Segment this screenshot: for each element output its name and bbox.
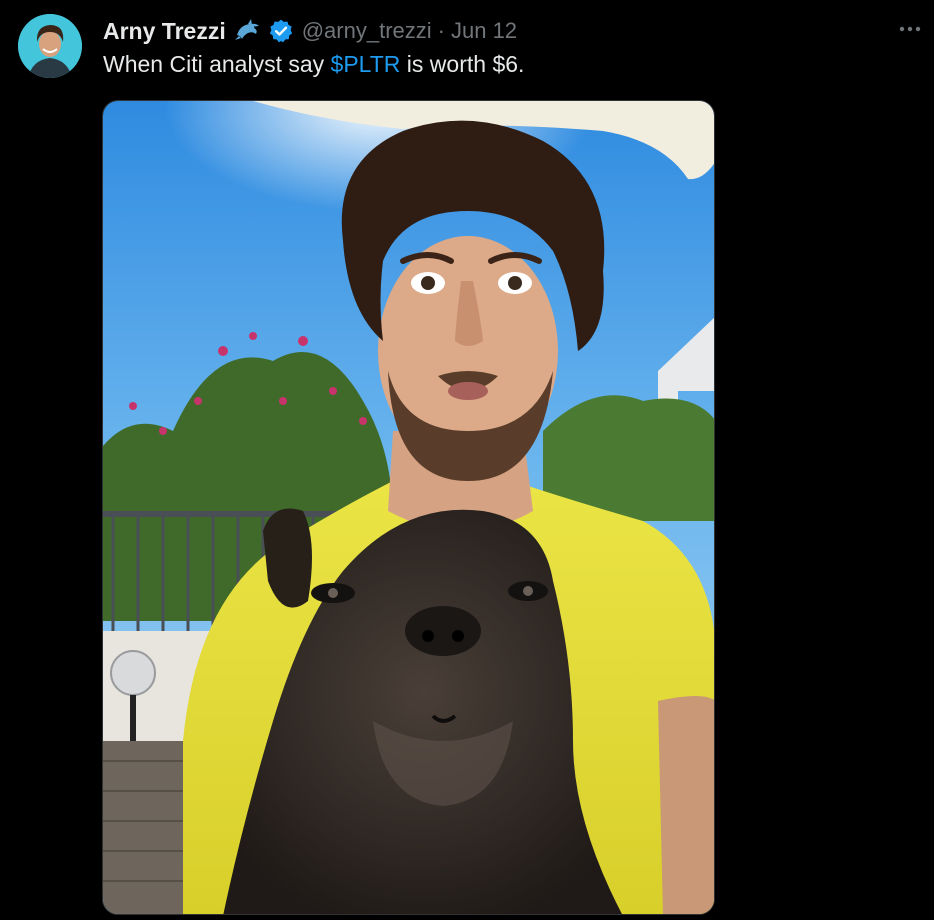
separator-dot: ·	[437, 18, 445, 43]
tweet-text-after: is worth $6.	[400, 51, 525, 77]
more-options-button[interactable]	[894, 18, 926, 40]
selfie-with-french-bulldog-photo	[103, 101, 714, 914]
tweet-header: Arny Trezzi @arny_trezzi · Jun 12	[103, 14, 517, 48]
tweet-text: When Citi analyst say $PLTR is worth $6.	[103, 51, 524, 78]
tweet[interactable]: Arny Trezzi @arny_trezzi · Jun 12 When C…	[0, 0, 934, 920]
dolphin-emoji-icon	[234, 17, 262, 45]
ellipsis-icon	[899, 26, 921, 32]
tweet-media-photo[interactable]	[102, 100, 715, 915]
tweet-date[interactable]: Jun 12	[451, 18, 517, 44]
author-handle[interactable]: @arny_trezzi	[302, 18, 432, 44]
author-avatar[interactable]	[18, 14, 82, 78]
cashtag-link[interactable]: $PLTR	[331, 51, 401, 77]
verified-badge-icon[interactable]	[268, 18, 294, 44]
author-name[interactable]: Arny Trezzi	[103, 18, 226, 45]
avatar-photo-icon	[18, 14, 82, 78]
tweet-text-before: When Citi analyst say	[103, 51, 331, 77]
